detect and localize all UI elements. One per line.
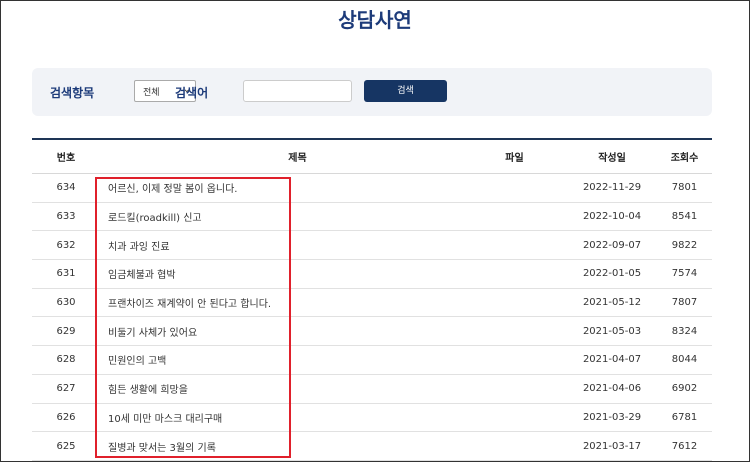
row-num: 632 <box>56 239 76 251</box>
table-row[interactable]: 634 어르신, 이제 정말 봄이 옵니다. 2022-11-29 7801 <box>32 174 712 203</box>
row-date: 2022-10-04 <box>582 211 642 223</box>
row-file <box>492 317 537 345</box>
header-num: 번호 <box>56 153 76 164</box>
row-date: 2021-04-06 <box>582 383 642 395</box>
search-panel: 검색항목 전체 ⌄ 검색어 검색 <box>32 68 712 116</box>
row-file <box>492 260 537 288</box>
row-num: 625 <box>56 440 76 452</box>
table-row[interactable]: 628 민원인의 고백 2021-04-07 8044 <box>32 346 712 375</box>
table-body: 634 어르신, 이제 정말 봄이 옵니다. 2022-11-29 7801 633 로드… <box>32 174 712 461</box>
header-views: 조회수 <box>670 153 699 164</box>
row-views: 7807 <box>671 297 698 309</box>
table-row[interactable]: 627 힘든 생활에 희망을 2021-04-06 6902 <box>32 375 712 404</box>
header-title: 제목 <box>288 153 307 164</box>
row-views: 8044 <box>671 354 698 366</box>
row-title-link[interactable]: 로드킬(roadkill) 신고 <box>100 203 495 231</box>
row-num: 631 <box>56 268 76 280</box>
row-file <box>492 375 537 403</box>
row-views: 9822 <box>671 239 698 251</box>
row-file <box>492 203 537 231</box>
row-title-link[interactable]: 질병과 맞서는 3월의 기록 <box>100 432 495 460</box>
row-date: 2021-03-17 <box>582 440 642 452</box>
row-title-link[interactable]: 민원인의 고백 <box>100 346 495 374</box>
row-num: 634 <box>56 182 76 194</box>
table-row[interactable]: 633 로드킬(roadkill) 신고 2022-10-04 8541 <box>32 203 712 232</box>
row-num: 630 <box>56 297 76 309</box>
row-title-link[interactable]: 10세 미만 마스크 대리구매 <box>100 404 495 432</box>
table-row[interactable]: 632 치과 과잉 진료 2022-09-07 9822 <box>32 231 712 261</box>
row-date: 2021-03-29 <box>582 411 642 423</box>
row-views: 7612 <box>671 440 698 452</box>
search-field-label: 검색항목 <box>50 86 95 100</box>
row-file <box>492 174 537 202</box>
row-file <box>492 432 537 460</box>
row-file <box>492 231 537 259</box>
row-num: 633 <box>56 211 76 223</box>
row-num: 628 <box>56 354 76 366</box>
table-row[interactable]: 631 임금체불과 협박 2022-01-05 7574 <box>32 260 712 289</box>
row-views: 6902 <box>671 383 698 395</box>
table-header: 번호 제목 파일 작성일 조회수 <box>32 138 712 174</box>
table-row[interactable]: 629 비둘기 사체가 있어요 2021-05-03 8324 <box>32 317 712 347</box>
board-table: 번호 제목 파일 작성일 조회수 634 어르신, 이제 정말 봄이 옵니다. 20… <box>32 138 712 461</box>
row-title-link[interactable]: 비둘기 사체가 있어요 <box>100 317 495 345</box>
keyword-label: 검색어 <box>175 86 209 100</box>
row-title-link[interactable]: 프랜차이즈 재계약이 안 된다고 합니다. <box>100 289 495 317</box>
row-date: 2022-09-07 <box>582 239 642 251</box>
row-views: 7574 <box>671 268 698 280</box>
row-file <box>492 346 537 374</box>
row-date: 2021-05-03 <box>582 325 642 337</box>
row-date: 2022-11-29 <box>582 182 642 194</box>
page-title: 상담사연 <box>338 8 412 32</box>
search-button[interactable]: 검색 <box>364 80 447 102</box>
table-row[interactable]: 625 질병과 맞서는 3월의 기록 2021-03-17 7612 <box>32 432 712 461</box>
row-title-link[interactable]: 어르신, 이제 정말 봄이 옵니다. <box>100 174 495 202</box>
row-file <box>492 289 537 317</box>
row-date: 2021-05-12 <box>582 297 642 309</box>
row-num: 627 <box>56 383 76 395</box>
row-views: 6781 <box>671 411 698 423</box>
row-date: 2022-01-05 <box>582 268 642 280</box>
row-title-link[interactable]: 힘든 생활에 희망을 <box>100 375 495 403</box>
row-title-link[interactable]: 치과 과잉 진료 <box>100 231 495 259</box>
row-file <box>492 404 537 432</box>
row-title-link[interactable]: 임금체불과 협박 <box>100 260 495 288</box>
search-field-selected: 전체 <box>143 88 160 98</box>
table-row[interactable]: 626 10세 미만 마스크 대리구매 2021-03-29 6781 <box>32 404 712 433</box>
keyword-input[interactable] <box>243 80 352 102</box>
header-file: 파일 <box>505 153 524 164</box>
row-num: 629 <box>56 325 76 337</box>
row-views: 8324 <box>671 325 698 337</box>
header-date: 작성일 <box>598 153 626 164</box>
table-row[interactable]: 630 프랜차이즈 재계약이 안 된다고 합니다. 2021-05-12 7807 <box>32 289 712 318</box>
row-date: 2021-04-07 <box>582 354 642 366</box>
row-num: 626 <box>56 411 76 423</box>
row-views: 7801 <box>671 182 698 194</box>
row-views: 8541 <box>671 211 698 223</box>
